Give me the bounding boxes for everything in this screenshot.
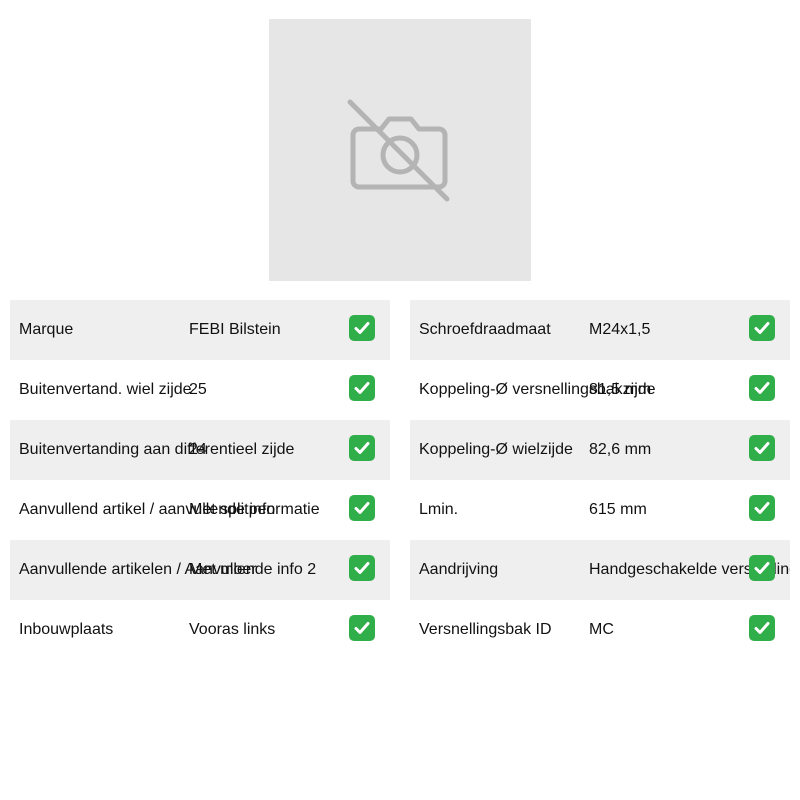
spec-label: Schroefdraadmaat [419, 321, 551, 338]
spec-label: Lmin. [419, 501, 459, 518]
spec-row: Aanvullend artikel / aanvullende informa… [10, 480, 390, 540]
product-image-placeholder [269, 19, 531, 281]
spec-label: Aanvullende artikelen / Aanvullende info… [19, 561, 317, 578]
spec-value: Met splitpen [189, 501, 276, 518]
check-icon [349, 555, 375, 581]
check-icon [749, 375, 775, 401]
check-icon [349, 375, 375, 401]
spec-row: Koppeling-Ø versnellingsbakzijde 81,5 mm [410, 360, 790, 420]
check-icon [349, 315, 375, 341]
check-icon [749, 615, 775, 641]
spec-value: Met moer [189, 561, 257, 578]
check-icon [349, 495, 375, 521]
spec-table-left: Marque FEBI Bilstein Buitenvertand. wiel… [10, 300, 390, 660]
spec-row: Buitenvertanding aan differentieel zijde… [10, 420, 390, 480]
spec-table-right: Schroefdraadmaat M24x1,5 Koppeling-Ø ver… [410, 300, 790, 660]
spec-row: Aanvullende artikelen / Aanvullende info… [10, 540, 390, 600]
spec-row: Buitenvertand. wiel zijde 25 [10, 360, 390, 420]
spec-value: 24 [189, 441, 207, 458]
spec-label: Versnellingsbak ID [419, 621, 552, 638]
spec-label: Buitenvertand. wiel zijde [19, 381, 192, 398]
spec-label: Koppeling-Ø wielzijde [419, 441, 573, 458]
spec-row: Schroefdraadmaat M24x1,5 [410, 300, 790, 360]
check-icon [349, 435, 375, 461]
check-icon [349, 615, 375, 641]
check-icon [749, 495, 775, 521]
check-icon [749, 315, 775, 341]
spec-label: Inbouwplaats [19, 621, 114, 638]
spec-row: Koppeling-Ø wielzijde 82,6 mm [410, 420, 790, 480]
check-icon [749, 435, 775, 461]
check-icon [749, 555, 775, 581]
spec-row: Marque FEBI Bilstein [10, 300, 390, 360]
spec-value: 82,6 mm [589, 441, 652, 458]
spec-label: Aandrijving [419, 561, 499, 578]
spec-value: 615 mm [589, 501, 647, 518]
spec-row: Versnellingsbak ID MC [410, 600, 790, 660]
spec-value: 81,5 mm [589, 381, 652, 398]
spec-row: Lmin. 615 mm [410, 480, 790, 540]
spec-label: Marque [19, 321, 74, 338]
spec-value: FEBI Bilstein [189, 321, 281, 338]
spec-value: Vooras links [189, 621, 276, 638]
camera-off-icon [347, 99, 450, 202]
spec-value: 25 [189, 381, 207, 398]
spec-value: M24x1,5 [589, 321, 651, 338]
spec-label: Buitenvertanding aan differentieel zijde [19, 441, 295, 458]
spec-value: MC [589, 621, 614, 638]
spec-row: Inbouwplaats Vooras links [10, 600, 390, 660]
spec-row: Aandrijving Handgeschakelde versnellings… [410, 540, 790, 600]
